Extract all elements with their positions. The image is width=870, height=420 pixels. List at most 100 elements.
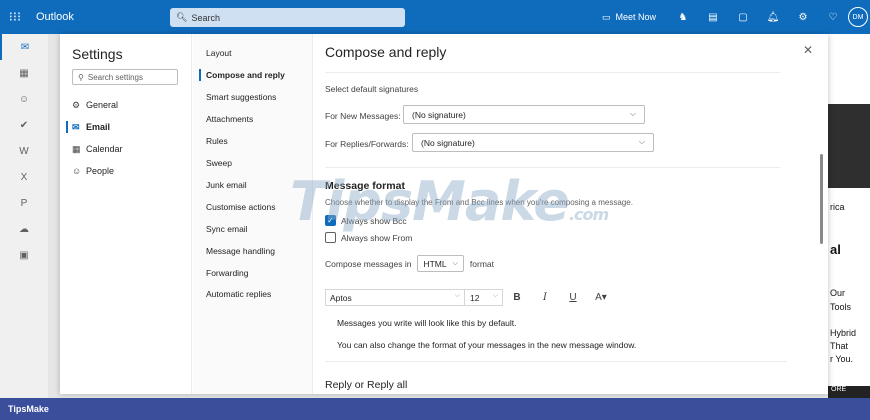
category-calendar[interactable]: ▦ Calendar [72, 140, 184, 158]
scrollbar[interactable] [820, 154, 823, 244]
section-label: Compose and reply [206, 70, 285, 80]
section-layout[interactable]: Layout [206, 44, 306, 62]
new-messages-signature-select[interactable]: (No signature) ⌵ [403, 105, 645, 124]
ad-text: al [830, 242, 841, 257]
rail-todo-icon[interactable]: ✔ [0, 112, 48, 138]
category-general[interactable]: ⚙ General [72, 96, 184, 114]
active-indicator [66, 121, 68, 133]
chevron-down-icon: ⌵ [629, 109, 636, 118]
ad-text: Tools [830, 302, 852, 312]
rail-excel-icon[interactable]: X [0, 164, 48, 190]
font-color-icon[interactable]: A▾ [587, 292, 615, 303]
meet-now-button[interactable]: ▭ Meet Now [602, 12, 656, 23]
font-size-select[interactable]: 12 ⌵ [465, 289, 503, 306]
section-compose-and-reply[interactable]: Compose and reply [199, 66, 306, 84]
search-icon: 🔍︎ [176, 12, 188, 22]
section-attachments[interactable]: Attachments [206, 110, 306, 128]
calendar-icon: ▦ [72, 143, 81, 154]
rail-apps-icon[interactable]: ▣ [0, 242, 48, 268]
header-actions: ▭ Meet Now ♞ ▤ ▢ 🔔︎ ⚙ ♡ DM [602, 0, 870, 34]
category-label: Email [86, 122, 111, 132]
video-camera-icon: ▭ [601, 11, 611, 22]
section-message-handling[interactable]: Message handling [206, 242, 306, 260]
checkbox-label: Always show From [341, 232, 413, 243]
underline-button[interactable]: U [559, 292, 587, 303]
app-header: ⁝⁝⁝ Outlook 🔍︎ Search ▭ Meet Now ♞ ▤ ▢ 🔔… [0, 0, 870, 34]
category-label: People [86, 166, 115, 176]
category-email[interactable]: ✉ Email [66, 118, 184, 136]
select-value: HTML [423, 258, 447, 269]
ad-text: Hybrid [830, 328, 857, 338]
category-label: General [86, 100, 119, 110]
font-size-value: 12 [470, 292, 480, 303]
footer-bar: TipsMake [0, 398, 870, 420]
bold-button[interactable]: B [503, 292, 531, 303]
ad-text: rica [830, 202, 845, 212]
section-customise-actions[interactable]: Customise actions [206, 198, 306, 216]
format-preview[interactable]: Messages you write will look like this b… [325, 310, 787, 362]
app-rail: ✉ ▦ ☺ ✔ W X P ☁ ▣ [0, 34, 48, 398]
meet-now-label: Meet Now [615, 12, 656, 22]
section-sweep[interactable]: Sweep [206, 154, 306, 172]
rail-word-icon[interactable]: W [0, 138, 48, 164]
compose-format-select[interactable]: HTML ⌵ [417, 255, 464, 272]
search-placeholder: Search [191, 12, 220, 23]
select-value: (No signature) [412, 109, 466, 120]
ad-button[interactable]: ORE [828, 386, 870, 398]
mail-icon: ✉ [72, 121, 80, 132]
checkbox-unchecked-icon [325, 232, 336, 243]
category-people[interactable]: ☺ People [72, 162, 184, 180]
rail-people-icon[interactable]: ☺ [0, 86, 48, 112]
search-icon: ⚲ [78, 72, 84, 82]
teams-icon[interactable]: ♞ [668, 12, 698, 23]
section-junk-email[interactable]: Junk email [206, 176, 306, 194]
preview-line: You can also change the format of your m… [337, 340, 637, 350]
font-family-value: Aptos [330, 292, 352, 303]
lightbulb-icon[interactable]: ♡ [818, 12, 848, 23]
ad-panel: rica al Our Tools Hybrid That r You. ORE [828, 34, 870, 398]
feedback-icon[interactable]: ▢ [728, 12, 758, 23]
section-automatic-replies[interactable]: Automatic replies [206, 285, 306, 303]
notes-icon[interactable]: ▤ [698, 12, 728, 23]
always-show-bcc-checkbox[interactable]: ✓ Always show Bcc [325, 215, 407, 226]
section-forwarding[interactable]: Forwarding [206, 264, 306, 282]
message-format-hint: Choose whether to display the From and B… [325, 198, 633, 207]
checkbox-label: Always show Bcc [341, 215, 407, 226]
settings-search-input[interactable]: ⚲ Search settings [72, 69, 178, 85]
people-icon: ☺ [72, 166, 82, 176]
chevron-down-icon: ⌵ [492, 292, 498, 299]
font-family-select[interactable]: Aptos ⌵ [325, 289, 465, 306]
compose-format-row: Compose messages in HTML ⌵ format [325, 255, 494, 272]
divider [325, 167, 780, 168]
italic-button[interactable]: I [531, 292, 559, 303]
rail-onedrive-icon[interactable]: ☁ [0, 216, 48, 242]
settings-dialog: Settings ⚲ Search settings ⚙ General ✉ E… [60, 34, 828, 394]
section-smart-suggestions[interactable]: Smart suggestions [206, 88, 306, 106]
select-value: (No signature) [421, 137, 475, 148]
pane-title: Compose and reply [325, 44, 447, 60]
gear-icon[interactable]: ⚙ [788, 12, 818, 23]
gear-icon: ⚙ [72, 99, 81, 110]
section-rules[interactable]: Rules [206, 132, 306, 150]
email-sections-pane: Layout Compose and reply Smart suggestio… [193, 34, 313, 394]
ad-text: Our [830, 288, 846, 298]
section-sync-email[interactable]: Sync email [206, 220, 306, 238]
avatar[interactable]: DM [848, 7, 868, 27]
compose-and-reply-pane: Compose and reply ✕ Select default signa… [314, 34, 828, 394]
replies-signature-select[interactable]: (No signature) ⌵ [412, 133, 654, 152]
ad-text: r You. [830, 354, 854, 364]
app-name[interactable]: Outlook [36, 11, 166, 23]
bell-icon[interactable]: 🔔︎ [758, 12, 788, 23]
settings-search-placeholder: Search settings [87, 72, 143, 82]
rail-powerpoint-icon[interactable]: P [0, 190, 48, 216]
rail-calendar-icon[interactable]: ▦ [0, 60, 48, 86]
search-box[interactable]: 🔍︎ Search [170, 8, 405, 27]
always-show-from-checkbox[interactable]: Always show From [325, 232, 412, 243]
rail-mail-icon[interactable]: ✉ [0, 34, 48, 60]
close-icon[interactable]: ✕ [803, 43, 813, 57]
category-label: Calendar [86, 144, 123, 154]
app-launcher-icon[interactable]: ⁝⁝⁝ [0, 9, 30, 25]
new-messages-label: For New Messages: [325, 111, 401, 121]
signatures-heading: Select default signatures [325, 84, 419, 94]
divider [325, 72, 780, 73]
